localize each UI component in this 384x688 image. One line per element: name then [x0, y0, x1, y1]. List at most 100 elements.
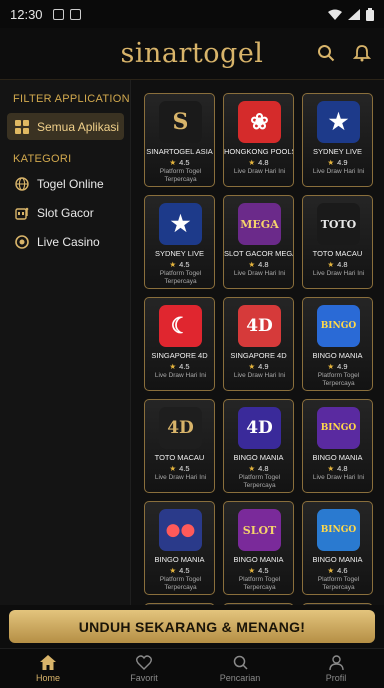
app-rating: ★ 4.8	[303, 260, 372, 269]
app-rating: ★ 4.8	[224, 158, 293, 167]
app-rating-value: 4.8	[337, 260, 348, 269]
lottery-balls-icon: ●●	[159, 509, 202, 551]
star-icon: ★	[327, 158, 335, 167]
nav-profil[interactable]: Profil	[288, 649, 384, 688]
sidebar-item-label: Slot Gacor	[37, 205, 94, 220]
app-card[interactable]: BINGO BINGO MANIA ★ 4.6 Platform Togel Terpe…	[302, 501, 373, 595]
hongkong-flag-icon: ❀	[238, 101, 281, 143]
bottom-navigation: Home Favorit Pencarian Profil	[0, 648, 384, 688]
search-button[interactable]	[315, 42, 337, 64]
nav-favorit[interactable]: Favorit	[96, 649, 192, 688]
app-rating-value: 4.5	[179, 260, 190, 269]
star-icon: ★	[169, 158, 177, 167]
singapore-flag-icon: ☾	[159, 305, 202, 347]
star-icon: ★	[248, 362, 256, 371]
star-icon: ★	[169, 464, 177, 473]
app-description: Platform Togel Terpercaya	[317, 372, 360, 387]
app-card[interactable]: ●● BINGO MANIA ★ 4.5 Platform Togel Terperca…	[144, 501, 215, 595]
app-rating: ★ 4.6	[303, 566, 372, 575]
heart-icon	[136, 654, 152, 670]
app-logo-text: TOTO	[320, 217, 357, 231]
app-name: BINGO MANIA	[233, 453, 284, 462]
nav-pencarian[interactable]: Pencarian	[192, 649, 288, 688]
app-description: Live Draw Hari Ini	[154, 474, 207, 481]
app-card[interactable]: TOTO TOTO MACAU ★ 4.8 Live Draw Hari Ini	[302, 195, 373, 289]
app-name: BINGO MANIA	[312, 351, 363, 360]
app-logo-text: SLOT	[242, 523, 277, 537]
app-description: Platform Togel Terpercaya	[238, 576, 281, 591]
app-rating: ★ 4.5	[145, 158, 214, 167]
app-rating-value: 4.8	[258, 464, 269, 473]
app-grid-panel: S SINARTOGEL ASIA ★ 4.5 Platform Togel Terpe…	[131, 80, 384, 605]
app-rating-value: 4.8	[337, 464, 348, 473]
app-card[interactable]: SLOT BINGO MANIA ★ 4.5 Platform Togel Terper…	[223, 501, 294, 595]
toto-macau-icon: TOTO	[317, 203, 360, 245]
app-logo-text: BINGO	[320, 423, 357, 433]
star-icon: ★	[248, 566, 256, 575]
app-card[interactable]: BINGO BINGO MANIA ★ 4.8 Live Draw Hari Ini	[302, 399, 373, 493]
app-description: Platform Togel Terpercaya	[159, 270, 202, 285]
app-card[interactable]: S SINARTOGEL ASIA ★ 4.5 Platform Togel Terpe…	[144, 93, 215, 187]
app-description: Platform Togel Terpercaya	[238, 474, 281, 489]
bingo-4d-icon: 4D	[238, 407, 281, 449]
app-description: Live Draw Hari Ini	[233, 372, 286, 379]
app-card[interactable]: ★ SYDNEY LIVE ★ 4.5 Platform Togel Terpercay…	[144, 195, 215, 289]
app-card[interactable]: ★ SYDNEY LIVE ★ 4.9 Live Draw Hari Ini	[302, 93, 373, 187]
app-logo-text: ●●	[165, 520, 196, 540]
sidebar-item-togel-online[interactable]: Togel Online	[7, 170, 124, 197]
app-card[interactable]: 4D BINGO MANIA ★ 4.8 Platform Togel Terperca…	[223, 399, 294, 493]
app-rating-value: 4.9	[258, 362, 269, 371]
app-rating-value: 4.5	[179, 464, 190, 473]
app-name: BINGO MANIA	[233, 555, 284, 564]
toto-4d-icon: 4D	[159, 407, 202, 449]
home-icon	[40, 654, 56, 670]
app-description: Platform Togel Terpercaya	[159, 576, 202, 591]
4d-icon: 4D	[238, 305, 281, 347]
bingo-icon: BINGO	[317, 305, 360, 347]
filter-all-apps[interactable]: Semua Aplikasi	[7, 113, 124, 140]
bell-icon	[353, 45, 371, 62]
app-card[interactable]: 4D TOTO MACAU ★ 4.5 Live Draw Hari Ini	[144, 399, 215, 493]
app-card[interactable]: BINGO BINGO MANIA ★ 4.9 Platform Togel Terpe…	[302, 297, 373, 391]
sidebar: FILTER APPLICATION Semua Aplikasi KATEGO…	[0, 80, 131, 605]
bingo-balls-icon: BINGO	[317, 407, 360, 449]
star-icon: ★	[169, 566, 177, 575]
app-name: SLOT GACOR MEGA	[224, 249, 294, 258]
app-name: SINARTOGEL ASIA	[146, 147, 213, 156]
app-logo-text: 4D	[246, 418, 273, 438]
nav-favorit-label: Favorit	[130, 672, 158, 683]
battery-icon	[366, 7, 374, 21]
sidebar-item-label: Togel Online	[37, 176, 104, 191]
slot-bingo-icon: SLOT	[238, 509, 281, 551]
app-card[interactable]: ☾ SINGAPORE 4D ★ 4.5 Live Draw Hari Ini	[144, 297, 215, 391]
sidebar-item-live-casino[interactable]: Live Casino	[7, 228, 124, 255]
filter-section-title: FILTER APPLICATION	[13, 93, 130, 105]
app-card[interactable]: 4D SINGAPORE 4D ★ 4.9 Live Draw Hari Ini	[223, 297, 294, 391]
app-rating-value: 4.9	[337, 158, 348, 167]
app-logo-text: BINGO	[320, 525, 357, 535]
app-logo-text: S	[172, 109, 189, 135]
app-rating-value: 4.8	[258, 158, 269, 167]
app-rating: ★ 4.5	[145, 464, 214, 473]
system-icons	[328, 7, 374, 21]
app-name: SINGAPORE 4D	[230, 351, 287, 360]
app-card[interactable]: ❀ HONGKONG POOLS ★ 4.8 Live Draw Hari Ini	[223, 93, 294, 187]
notification-button[interactable]	[351, 42, 373, 64]
star-icon: ★	[248, 158, 256, 167]
slot-machine-icon	[15, 207, 29, 220]
app-rating-value: 4.5	[179, 566, 190, 575]
app-logo-text: BINGO	[320, 321, 357, 331]
sidebar-item-slot-gacor[interactable]: Slot Gacor	[7, 199, 124, 226]
app-card[interactable]: MEGA SLOT GACOR MEGA ★ 4.8 Live Draw Hari In…	[223, 195, 294, 289]
download-now-button[interactable]: UNDUH SEKARANG & MENANG!	[9, 610, 375, 643]
status-time: 12:30	[10, 6, 43, 22]
app-name: SINGAPORE 4D	[151, 351, 208, 360]
notification-icons	[52, 8, 81, 20]
nav-home[interactable]: Home	[0, 649, 96, 688]
app-name: BINGO MANIA	[312, 453, 363, 462]
nav-profil-label: Profil	[325, 672, 347, 683]
wifi-icon	[328, 9, 342, 20]
app-rating-value: 4.6	[337, 566, 348, 575]
app-rating: ★ 4.8	[303, 464, 372, 473]
app-logo-text: ❀	[250, 109, 269, 135]
